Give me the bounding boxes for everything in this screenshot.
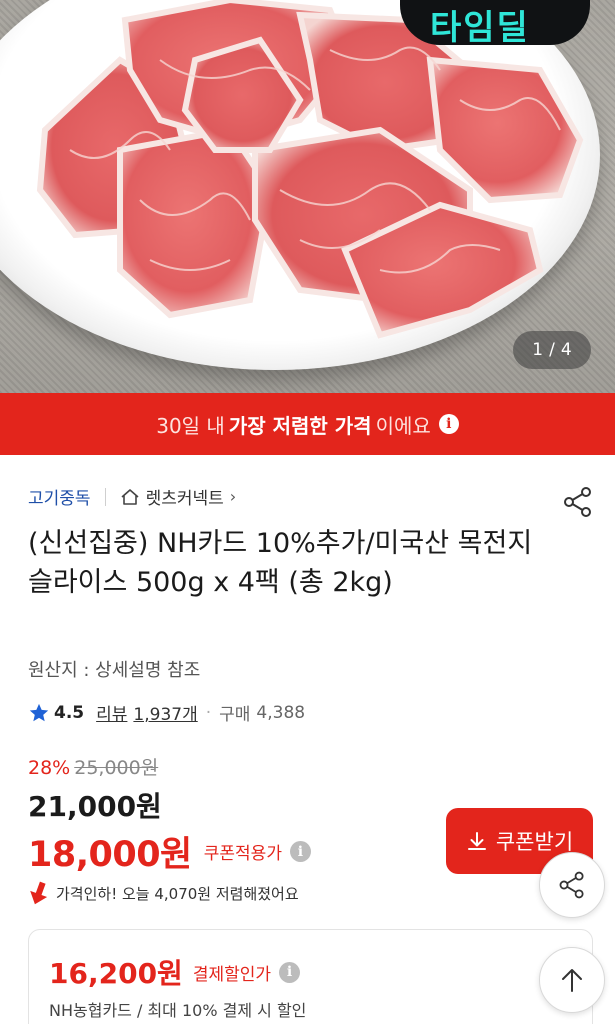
info-icon[interactable]: i [289,841,311,862]
review-link-label[interactable]: 리뷰 [96,700,127,725]
shop-link[interactable]: 렛츠커넥트 [146,484,224,509]
purchase-label: 구매 [219,705,251,725]
breadcrumb: 고기중독 렛츠커넥트 › [28,484,236,509]
coupon-price-label: 쿠폰적용가 [203,844,282,864]
timedeal-badge: 타임딜 [400,0,590,48]
star-icon [29,703,49,721]
promo-text-before: 30일 내 [156,413,225,438]
category-link[interactable]: 고기중독 [28,484,91,509]
payment-price-row: 16,200원 결제할인가 i [49,952,301,992]
payment-price-label: 결제할인가 [192,964,272,985]
home-icon [121,488,139,505]
coupon-price-row: 18,000원 쿠폰적용가 i [28,826,311,877]
breadcrumb-divider [104,487,106,506]
get-coupon-label: 쿠폰받기 [495,831,574,854]
image-pager: 1 / 4 [513,331,591,369]
payment-price: 16,200원 [49,957,183,990]
payment-description: NH농협카드 / 최대 10% 결제 시 할인 [49,1001,307,1020]
pager-separator: / [549,340,555,360]
share-icon [559,871,584,899]
discount-rate: 28% [28,757,71,779]
rating-score: 4.5 [54,702,85,723]
product-title: (신선집중) NH카드 10%추가/미국산 목전지 슬라이스 500g x 4팩… [28,528,533,598]
price-down-arrow-icon [30,881,48,905]
discount-row: 28% 25,000원 [28,753,158,780]
promo-text-bold: 가장 저렴한 가격 [228,413,372,438]
price-drop-text: 가격인하! 오늘 4,070원 저렴해졌어요 [56,884,299,903]
review-count[interactable]: 1,937개 [133,700,197,725]
rating-summary: 4.5 리뷰 1,937개 · 구매 4,388 [28,700,305,725]
origin-info: 원산지 : 상세설명 참조 [28,660,201,681]
scroll-to-top-button[interactable] [539,947,605,1013]
info-icon[interactable]: i [438,414,459,434]
product-image[interactable]: 타임딜 1 / 4 [0,0,615,393]
promo-text-after: 이에요 [375,413,431,438]
coupon-price: 18,000원 [28,835,192,875]
timedeal-badge-text: 타임딜 [430,8,530,48]
payment-discount-card[interactable]: 16,200원 결제할인가 i NH농협카드 / 최대 10% 결제 시 할인 [28,929,593,1024]
dot-separator: · [205,702,212,723]
pager-total: 4 [560,340,572,360]
info-icon[interactable]: i [279,961,301,983]
purchase-count: 4,388 [256,702,306,723]
share-icon[interactable] [560,484,596,520]
pager-current: 1 [532,340,544,360]
sale-price: 21,000원 [28,790,162,823]
chevron-right-icon: › [229,487,237,506]
price-drop-notice: 가격인하! 오늘 4,070원 저렴해졌어요 [28,880,299,906]
floating-share-button[interactable] [539,852,605,918]
original-price: 25,000원 [74,757,159,779]
arrow-up-icon [562,969,582,992]
lowest-price-banner[interactable]: 30일 내 가장 저렴한 가격 이에요 i [0,393,615,455]
download-icon [467,832,486,850]
